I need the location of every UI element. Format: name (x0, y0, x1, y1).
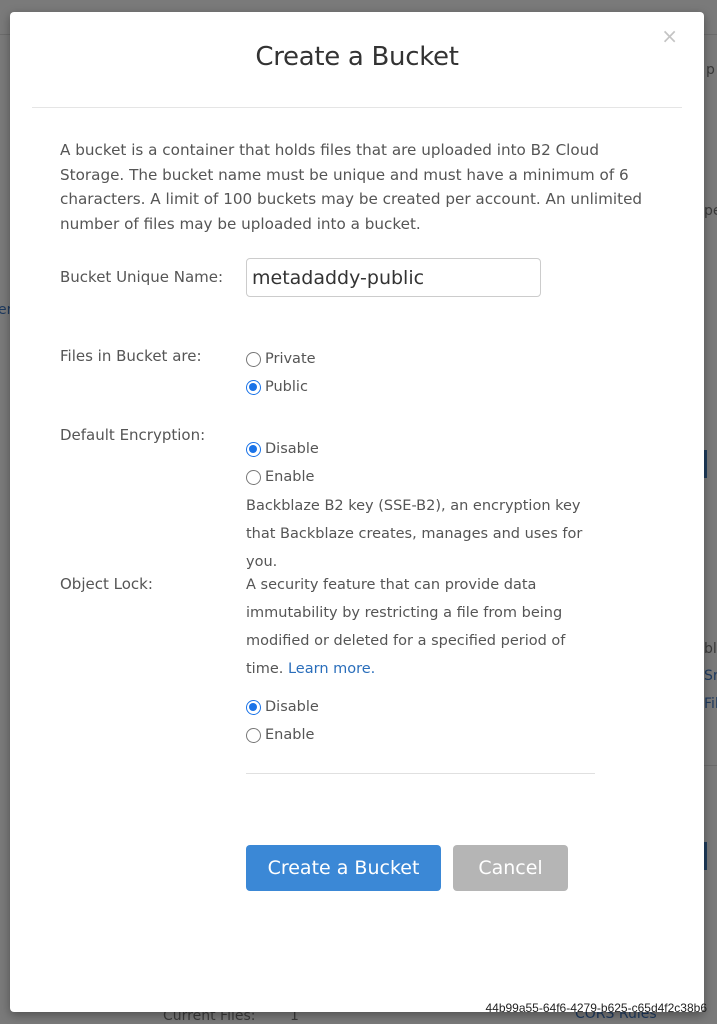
bg-fragment: p (706, 62, 715, 78)
radio-public[interactable]: Public (246, 379, 308, 395)
learn-more-link[interactable]: Learn more. (288, 661, 375, 677)
modal-title: Create a Bucket (255, 42, 459, 72)
radio-label: Disable (265, 699, 319, 715)
bg-bar (704, 842, 707, 870)
radio-label: Enable (265, 727, 315, 743)
radio-object-lock-disable[interactable]: Disable (246, 699, 319, 715)
intro-text: A bucket is a container that holds files… (60, 141, 643, 233)
radio-encryption-disable[interactable]: Disable (246, 441, 319, 457)
bg-bar (704, 450, 707, 478)
default-encryption-label: Default Encryption: (60, 426, 206, 444)
bucket-name-label: Bucket Unique Name: (60, 268, 224, 286)
radio-label: Disable (265, 441, 319, 457)
radio-checked-icon (246, 699, 261, 715)
modal-header: Create a Bucket × (32, 12, 682, 108)
radio-label: Public (265, 379, 308, 395)
radio-unchecked-icon (246, 351, 261, 367)
close-icon[interactable]: × (661, 26, 678, 46)
bg-fragment: Sr (704, 668, 717, 684)
bg-fragment: ble (704, 641, 717, 657)
radio-unchecked-icon (246, 727, 261, 743)
cancel-button[interactable]: Cancel (453, 845, 568, 891)
encryption-help-text: Backblaze B2 key (SSE-B2), an encryption… (246, 498, 583, 570)
bg-fragment: pe (704, 203, 717, 219)
watermark-id: 44b99a55-64f6-4279-b625-c65d4f2c38b6 (485, 1001, 707, 1015)
radio-label: Private (265, 351, 316, 367)
radio-unchecked-icon (246, 469, 261, 485)
radio-checked-icon (246, 441, 261, 457)
radio-private[interactable]: Private (246, 351, 316, 367)
bg-divider (704, 765, 717, 766)
bg-fragment: Fil (704, 696, 717, 712)
object-lock-label: Object Lock: (60, 575, 153, 593)
files-visibility-label: Files in Bucket are: (60, 347, 202, 365)
create-bucket-modal: Create a Bucket × A bucket is a containe… (10, 12, 704, 1012)
create-bucket-button[interactable]: Create a Bucket (246, 845, 441, 891)
bucket-name-input[interactable] (246, 258, 541, 297)
radio-checked-icon (246, 379, 261, 395)
object-lock-help-text: A security feature that can provide data… (246, 571, 586, 683)
radio-encryption-enable[interactable]: Enable (246, 469, 314, 485)
radio-object-lock-enable[interactable]: Enable (246, 727, 314, 743)
form-divider (246, 773, 595, 774)
radio-label: Enable (265, 469, 315, 485)
